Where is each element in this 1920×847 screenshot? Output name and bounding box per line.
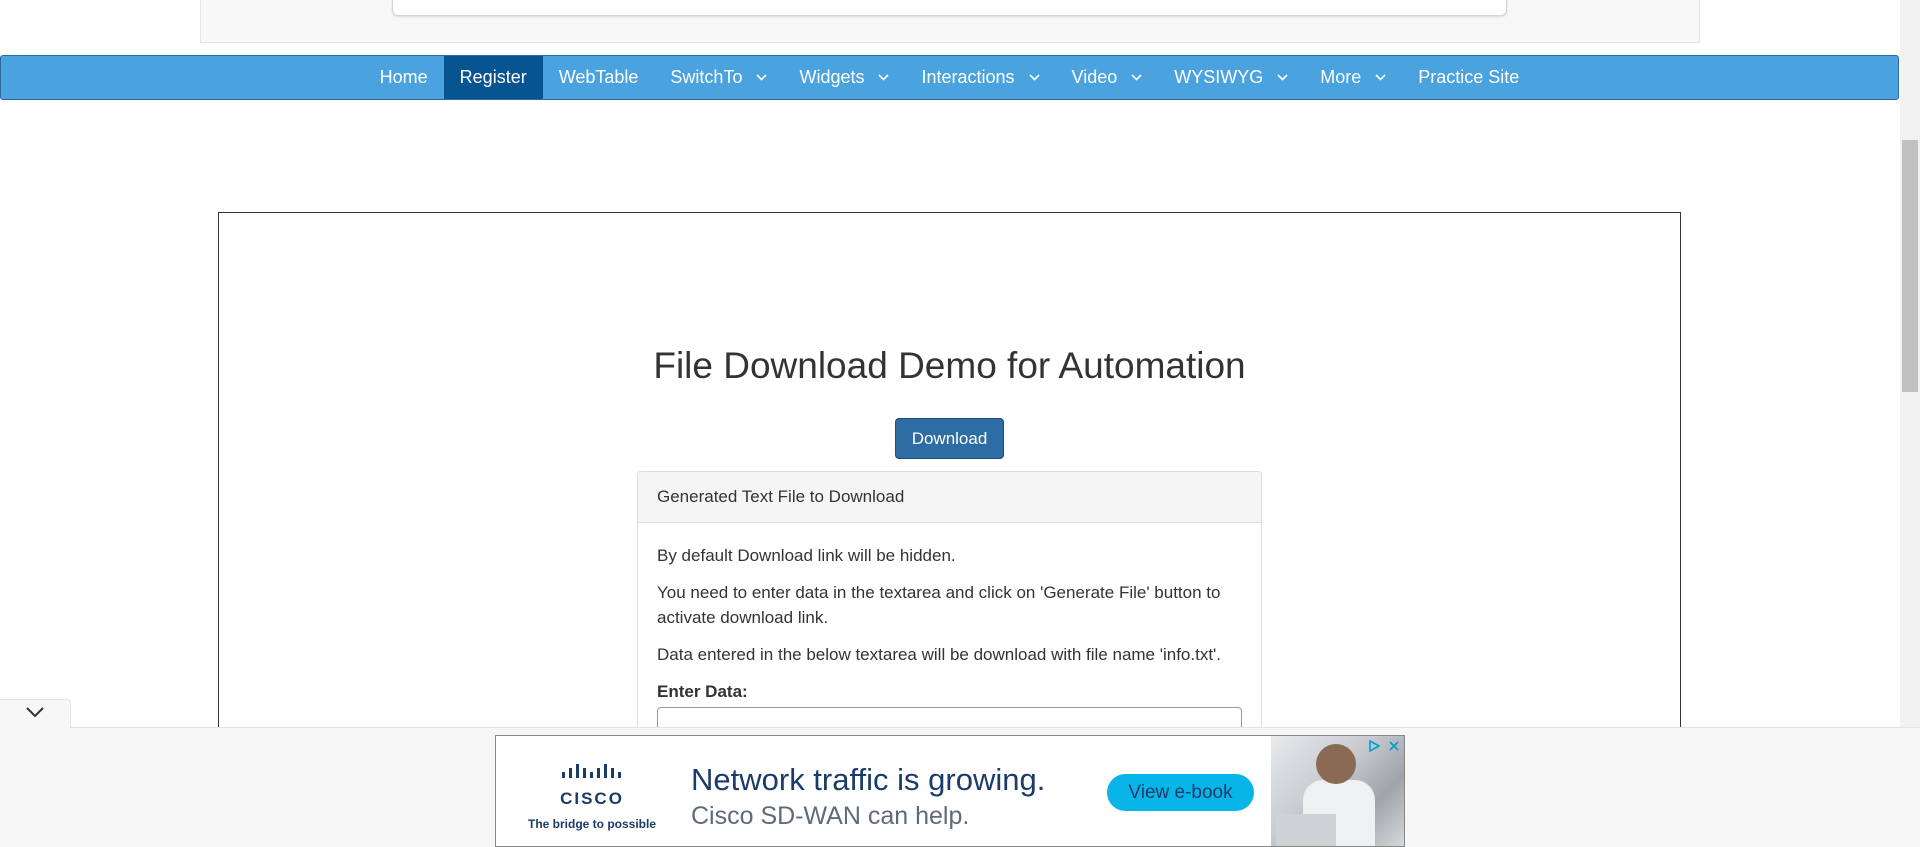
ad-subline: Cisco SD-WAN can help. <box>691 802 970 830</box>
panel-heading: Generated Text File to Download <box>638 472 1261 523</box>
nav-item-label: Practice Site <box>1418 67 1520 87</box>
ad-cta-button[interactable]: View e-book <box>1107 774 1254 811</box>
scrollbar-thumb[interactable] <box>1902 140 1918 392</box>
cisco-logo: CISCO The bridge to possible <box>527 764 657 831</box>
cisco-wordmark: CISCO <box>560 789 624 808</box>
ad-collapse-toggle[interactable] <box>0 699 71 728</box>
download-panel: Generated Text File to Download By defau… <box>637 471 1262 771</box>
nav-item-register[interactable]: Register <box>443 56 543 99</box>
nav-item-label: Home <box>379 67 428 87</box>
nav-item-switchto[interactable]: SwitchTo <box>654 56 783 99</box>
ad-headline: Network traffic is growing. <box>691 762 1046 797</box>
nav-item-interactions[interactable]: Interactions <box>905 56 1055 99</box>
nav-item-video[interactable]: Video <box>1056 56 1159 99</box>
ad-photo <box>1271 736 1404 846</box>
close-icon[interactable] <box>1386 738 1402 754</box>
nav-item-label: Widgets <box>799 67 865 87</box>
download-button[interactable]: Download <box>895 418 1004 459</box>
chevron-down-icon <box>1375 74 1386 81</box>
chevron-down-icon <box>756 74 768 81</box>
nav-item-label: More <box>1320 67 1362 87</box>
chevron-down-icon <box>1131 74 1142 81</box>
nav-item-label: WYSIWYG <box>1174 67 1264 87</box>
nav-item-webtable[interactable]: WebTable <box>543 56 655 99</box>
nav-item-label: WebTable <box>558 67 639 87</box>
info-text-hidden-link: By default Download link will be hidden. <box>657 546 956 565</box>
nav-item-more[interactable]: More <box>1304 56 1402 99</box>
enter-data-label: Enter Data: <box>657 682 748 701</box>
nav-item-label: Video <box>1071 67 1118 87</box>
page-title: File Download Demo for Automation <box>653 345 1246 386</box>
ad-photo-person-head <box>1316 744 1356 784</box>
top-card <box>392 0 1507 16</box>
chevron-down-icon <box>1277 74 1288 81</box>
ad-banner[interactable]: CISCO The bridge to possible Network tra… <box>495 735 1405 847</box>
chevron-down-icon <box>878 74 890 81</box>
cisco-bars-icon <box>562 764 621 778</box>
main-navbar: Home Register WebTable SwitchTo Widgets Inter… <box>0 55 1899 100</box>
chevron-down-icon <box>1028 74 1040 81</box>
info-text-instructions: You need to enter data in the textarea a… <box>657 583 1221 627</box>
nav-item-label: SwitchTo <box>670 67 743 87</box>
ad-photo-laptop <box>1276 814 1336 846</box>
nav-item-widgets[interactable]: Widgets <box>783 56 905 99</box>
ad-choices-icon[interactable] <box>1366 738 1382 754</box>
page-scrollbar[interactable] <box>1900 0 1920 847</box>
nav-item-label: Interactions <box>921 67 1015 87</box>
info-text-filename: Data entered in the below textarea will … <box>657 645 1222 664</box>
nav-item-practice-site[interactable]: Practice Site <box>1402 56 1535 99</box>
nav-item-label: Register <box>459 67 527 87</box>
nav-item-wysiwyg[interactable]: WYSIWYG <box>1158 56 1304 99</box>
ad-tagline: The bridge to possible <box>527 817 656 831</box>
chevron-down-icon <box>25 705 45 723</box>
nav-item-home[interactable]: Home <box>364 56 444 99</box>
